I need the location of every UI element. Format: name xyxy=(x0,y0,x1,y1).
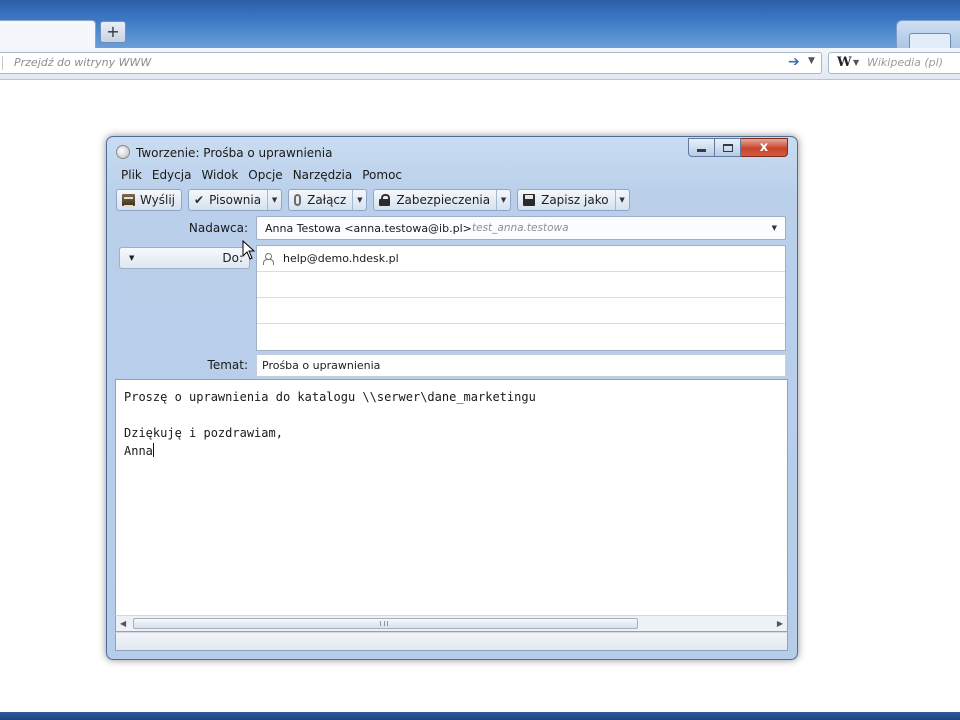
recipient-row[interactable]: help@demo.hdesk.pl xyxy=(257,246,785,272)
from-value: Anna Testowa <anna.testowa@ib.pl> xyxy=(265,222,472,235)
wikipedia-icon[interactable]: W xyxy=(837,55,852,70)
subject-value: Prośba o uprawnienia xyxy=(262,359,381,372)
save-as-button[interactable]: Zapisz jako ▼ xyxy=(517,188,630,211)
contact-icon xyxy=(263,253,274,265)
compose-toolbar: Wyślij ✔ Pisownia ▼ Załącz ▼ Zabezpieczen… xyxy=(116,188,636,211)
attach-label: Załącz xyxy=(307,192,347,207)
window-title: Tworzenie: Prośba o uprawnienia xyxy=(136,146,333,160)
close-button[interactable]: x xyxy=(741,138,788,157)
url-placeholder: Przejdź do witryny WWW xyxy=(14,56,152,69)
send-label: Wyślij xyxy=(140,192,176,207)
scrollbar-thumb[interactable] xyxy=(133,618,638,629)
recipient-row[interactable] xyxy=(257,298,785,324)
browser-tab[interactable] xyxy=(0,20,96,48)
recipient-row[interactable] xyxy=(257,272,785,298)
grip-icon xyxy=(380,621,388,626)
body-line-last: Anna xyxy=(124,443,154,458)
recipient-type-select[interactable]: ▼ Do: xyxy=(119,247,250,269)
url-history-dropdown-icon[interactable]: ▼ xyxy=(808,56,815,66)
menu-edycja[interactable]: Edycja xyxy=(147,167,197,185)
from-label: Nadawca: xyxy=(188,221,248,235)
menu-pomoc[interactable]: Pomoc xyxy=(357,167,407,185)
minimize-button[interactable] xyxy=(688,138,715,157)
send-icon xyxy=(122,193,135,207)
search-input[interactable]: W ▼ Wikipedia (pl) xyxy=(828,52,960,74)
from-select[interactable]: Anna Testowa <anna.testowa@ib.pl> test_a… xyxy=(256,216,786,240)
horizontal-scrollbar[interactable]: ◀ ▶ xyxy=(115,615,788,632)
text-caret xyxy=(152,443,154,457)
save-as-dropdown-icon[interactable]: ▼ xyxy=(614,189,629,210)
menu-narzedzia[interactable]: Narzędzia xyxy=(288,167,358,185)
attach-dropdown-icon[interactable]: ▼ xyxy=(352,189,366,210)
close-icon: x xyxy=(759,140,769,155)
taskbar xyxy=(0,712,960,720)
recipient-list[interactable]: help@demo.hdesk.pl xyxy=(256,245,786,351)
search-engine-dropdown-icon[interactable]: ▼ xyxy=(853,58,859,67)
status-bar xyxy=(115,632,788,651)
browser-titlebar: + xyxy=(0,0,960,60)
new-tab-button[interactable]: + xyxy=(100,21,126,43)
menu-widok[interactable]: Widok xyxy=(196,167,243,185)
app-icon xyxy=(116,145,130,159)
url-input[interactable]: Przejdź do witryny WWW ➔ ▼ xyxy=(0,52,822,74)
minimize-icon xyxy=(697,149,706,152)
compose-window: Tworzenie: Prośba o uprawnienia x Plik E… xyxy=(106,136,798,660)
message-body[interactable]: Proszę o uprawnienia do katalogu \\serwe… xyxy=(115,379,788,615)
spelling-label: Pisownia xyxy=(209,192,262,207)
save-as-label: Zapisz jako xyxy=(541,192,609,207)
paperclip-icon xyxy=(294,193,302,206)
menu-plik[interactable]: Plik xyxy=(116,167,147,185)
from-identity: test_anna.testowa xyxy=(472,222,569,234)
security-dropdown-icon[interactable]: ▼ xyxy=(496,189,510,210)
spelling-dropdown-icon[interactable]: ▼ xyxy=(267,189,281,210)
chevron-down-icon: ▼ xyxy=(771,224,777,232)
url-divider xyxy=(2,56,3,70)
attach-button[interactable]: Załącz ▼ xyxy=(288,188,368,211)
menu-bar: Plik Edycja Widok Opcje Narzędzia Pomoc xyxy=(116,167,407,185)
recipient-row[interactable] xyxy=(257,324,785,350)
browser-navigation-bar: Przejdź do witryny WWW ➔ ▼ W ▼ Wikipedia… xyxy=(0,48,960,80)
go-arrow-icon[interactable]: ➔ xyxy=(788,54,800,70)
recipient-type-label: Do: xyxy=(222,251,243,265)
scroll-left-icon[interactable]: ◀ xyxy=(120,619,126,628)
maximize-button[interactable] xyxy=(715,138,741,157)
subject-label: Temat: xyxy=(207,358,248,372)
compose-titlebar[interactable]: Tworzenie: Prośba o uprawnienia x xyxy=(107,137,797,165)
window-buttons: x xyxy=(688,138,788,157)
recipient-address[interactable]: help@demo.hdesk.pl xyxy=(283,252,399,265)
body-line: Dziękuję i pozdrawiam, xyxy=(124,426,283,440)
body-line-text: Anna xyxy=(124,444,153,458)
body-line: Proszę o uprawnienia do katalogu \\serwe… xyxy=(124,390,536,404)
lock-icon xyxy=(379,193,391,206)
maximize-icon xyxy=(722,143,733,152)
scroll-right-icon[interactable]: ▶ xyxy=(777,619,783,628)
chevron-down-icon: ▼ xyxy=(129,254,135,262)
security-label: Zabezpieczenia xyxy=(396,192,491,207)
spelling-button[interactable]: ✔ Pisownia ▼ xyxy=(188,188,283,211)
floppy-disk-icon xyxy=(523,193,536,206)
subject-input[interactable]: Prośba o uprawnienia xyxy=(256,354,786,377)
checkmark-icon: ✔ xyxy=(194,192,205,207)
search-placeholder: Wikipedia (pl) xyxy=(867,56,944,69)
send-button[interactable]: Wyślij xyxy=(116,188,183,211)
mouse-pointer-icon xyxy=(242,240,256,260)
security-button[interactable]: Zabezpieczenia ▼ xyxy=(373,188,512,211)
menu-opcje[interactable]: Opcje xyxy=(243,167,287,185)
